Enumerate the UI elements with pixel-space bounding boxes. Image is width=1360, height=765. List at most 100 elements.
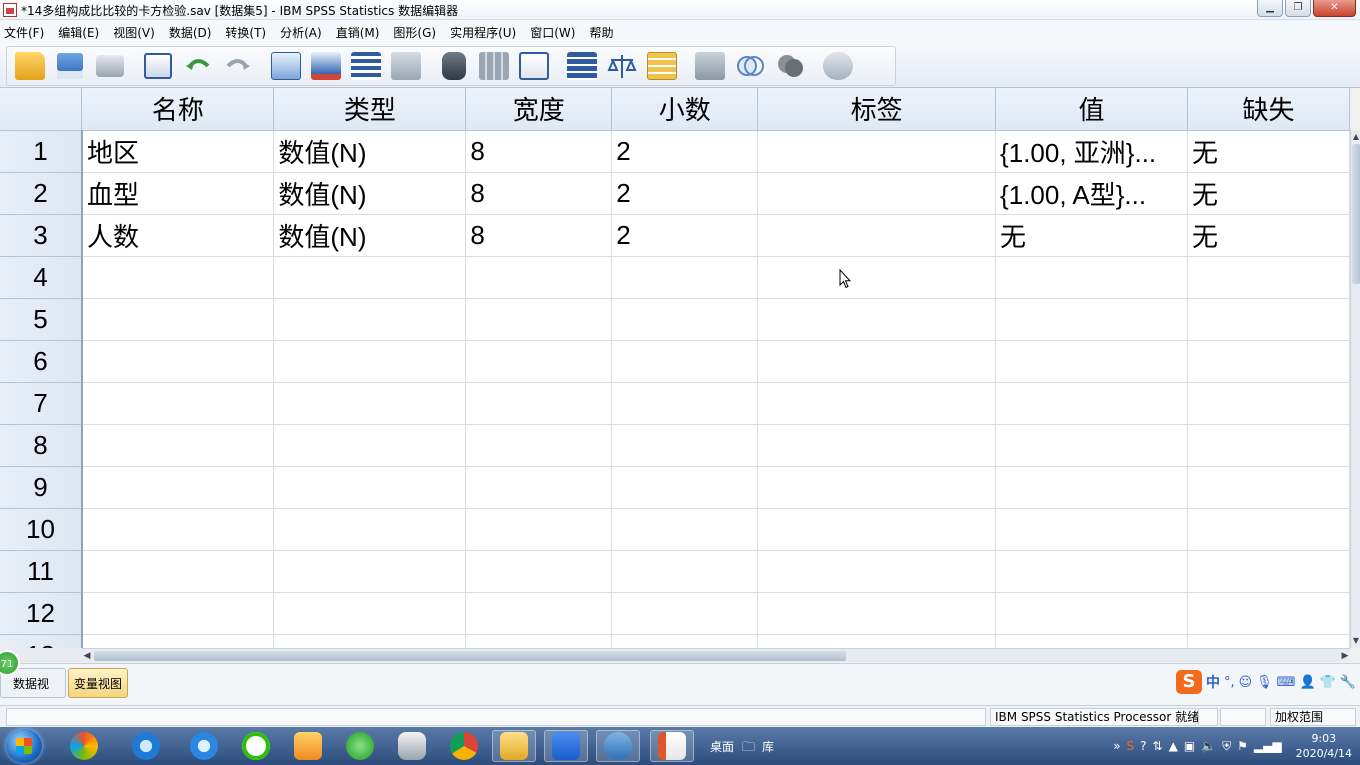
print-icon[interactable] — [93, 49, 127, 83]
cell-values[interactable]: {1.00, A型}... — [995, 172, 1189, 215]
cell-missing[interactable] — [1187, 298, 1350, 341]
cell-type[interactable]: 数值(N) — [273, 172, 467, 215]
show-all-variables-icon[interactable] — [773, 49, 807, 83]
menu-view[interactable]: 视图(V) — [113, 24, 155, 41]
goto-case-icon[interactable] — [269, 49, 303, 83]
cell-width[interactable]: 8 — [465, 130, 613, 173]
cell-values[interactable] — [995, 424, 1189, 467]
undo-icon[interactable] — [181, 49, 215, 83]
cell-missing[interactable] — [1187, 256, 1350, 299]
table-row[interactable]: 8 — [0, 424, 1350, 467]
save-icon[interactable] — [53, 49, 87, 83]
robot-app-icon[interactable] — [390, 730, 434, 762]
cell-values[interactable] — [995, 592, 1189, 635]
cell-missing[interactable] — [1187, 634, 1350, 648]
cell-decimals[interactable] — [611, 592, 759, 635]
cell-label[interactable] — [757, 214, 997, 257]
cell-decimals[interactable]: 2 — [611, 172, 759, 215]
cell-missing[interactable] — [1187, 382, 1350, 425]
cell-missing[interactable] — [1187, 592, 1350, 635]
sogou-ime-icon[interactable]: S — [1175, 670, 1202, 694]
table-row[interactable]: 2 血型 数值(N) 8 2 {1.00, A型}... 无 — [0, 172, 1350, 215]
column-header-missing[interactable]: 缺失 — [1187, 88, 1350, 131]
cell-name[interactable] — [81, 340, 275, 383]
action-center-flag-icon[interactable]: ⚑ — [1237, 739, 1248, 753]
cell-type[interactable] — [273, 550, 467, 593]
menu-data[interactable]: 数据(D) — [169, 24, 212, 41]
cell-decimals[interactable]: 2 — [611, 214, 759, 257]
cell-decimals[interactable] — [611, 256, 759, 299]
cell-width[interactable] — [465, 424, 613, 467]
column-header-width[interactable]: 宽度 — [465, 88, 613, 131]
media-player-icon[interactable] — [286, 730, 330, 762]
cell-values[interactable] — [995, 466, 1189, 509]
cell-decimals[interactable] — [611, 298, 759, 341]
row-number[interactable]: 12 — [0, 592, 83, 635]
green-app-icon[interactable] — [338, 730, 382, 762]
signal-strength-icon[interactable]: ▂▄▆ — [1254, 739, 1282, 753]
table-row[interactable]: 5 — [0, 298, 1350, 341]
skin-icon[interactable]: 👕 — [1320, 675, 1336, 690]
cell-width[interactable] — [465, 466, 613, 509]
scroll-left-arrow-icon[interactable]: ◀ — [82, 650, 92, 662]
cell-width[interactable] — [465, 592, 613, 635]
column-header-label[interactable]: 标签 — [757, 88, 997, 131]
table-row[interactable]: 13 — [0, 634, 1350, 648]
help-tray-icon[interactable]: ? — [1140, 739, 1146, 753]
select-cases-icon[interactable] — [645, 49, 679, 83]
menu-direct-marketing[interactable]: 直销(M) — [336, 24, 380, 41]
cell-name[interactable] — [81, 382, 275, 425]
usb-tray-icon[interactable]: ▣ — [1184, 739, 1195, 753]
spss-statistics-icon[interactable] — [596, 730, 640, 762]
cell-values[interactable]: {1.00, 亚洲}... — [995, 130, 1189, 173]
cell-type[interactable] — [273, 508, 467, 551]
scroll-down-arrow-icon[interactable]: ▼ — [1352, 636, 1360, 646]
vertical-scroll-thumb[interactable] — [1352, 144, 1360, 284]
cell-type[interactable] — [273, 592, 467, 635]
menu-utilities[interactable]: 实用程序(U) — [450, 24, 516, 41]
sogou-tray-icon[interactable]: S — [1127, 739, 1135, 753]
cell-decimals[interactable] — [611, 466, 759, 509]
cell-missing[interactable] — [1187, 550, 1350, 593]
row-number[interactable]: 4 — [0, 256, 83, 299]
row-number[interactable]: 6 — [0, 340, 83, 383]
ime-punctuation[interactable]: °, — [1224, 675, 1235, 690]
row-number[interactable]: 3 — [0, 214, 83, 257]
cell-label[interactable] — [757, 508, 997, 551]
menu-transform[interactable]: 转换(T) — [225, 24, 266, 41]
ie-browser-icon[interactable] — [124, 730, 168, 762]
cell-width[interactable] — [465, 340, 613, 383]
variables-icon[interactable] — [349, 49, 383, 83]
redo-icon[interactable] — [221, 49, 255, 83]
cell-type[interactable] — [273, 634, 467, 648]
split-file-icon[interactable] — [565, 49, 599, 83]
cell-name[interactable]: 人数 — [81, 214, 275, 257]
mic-icon[interactable]: 🎙 — [1256, 675, 1273, 690]
cell-values[interactable] — [995, 508, 1189, 551]
cell-values[interactable]: 无 — [995, 214, 1189, 257]
row-number[interactable]: 11 — [0, 550, 83, 593]
tray-expand-chevron[interactable]: » — [1113, 739, 1120, 753]
cell-name[interactable] — [81, 298, 275, 341]
cell-decimals[interactable]: 2 — [611, 130, 759, 173]
library-toolbar-label[interactable]: 库 — [762, 738, 774, 755]
cell-label[interactable] — [757, 340, 997, 383]
cell-label[interactable] — [757, 298, 997, 341]
ime-chinese-mode[interactable]: 中 — [1206, 672, 1220, 692]
table-row[interactable]: 7 — [0, 382, 1350, 425]
cell-type[interactable] — [273, 340, 467, 383]
grid-corner[interactable] — [0, 88, 83, 131]
emoji-icon[interactable]: ☺ — [1239, 675, 1253, 690]
menu-edit[interactable]: 编辑(E) — [58, 24, 99, 41]
cell-name[interactable]: 地区 — [81, 130, 275, 173]
cell-width[interactable] — [465, 550, 613, 593]
cell-width[interactable] — [465, 634, 613, 648]
cell-missing[interactable] — [1187, 424, 1350, 467]
security-shield-icon[interactable]: ⛨ — [1222, 739, 1231, 754]
cell-name[interactable] — [81, 256, 275, 299]
cell-type[interactable] — [273, 424, 467, 467]
cell-label[interactable] — [757, 130, 997, 173]
cell-type[interactable] — [273, 256, 467, 299]
cell-type[interactable] — [273, 382, 467, 425]
cell-name[interactable]: 血型 — [81, 172, 275, 215]
